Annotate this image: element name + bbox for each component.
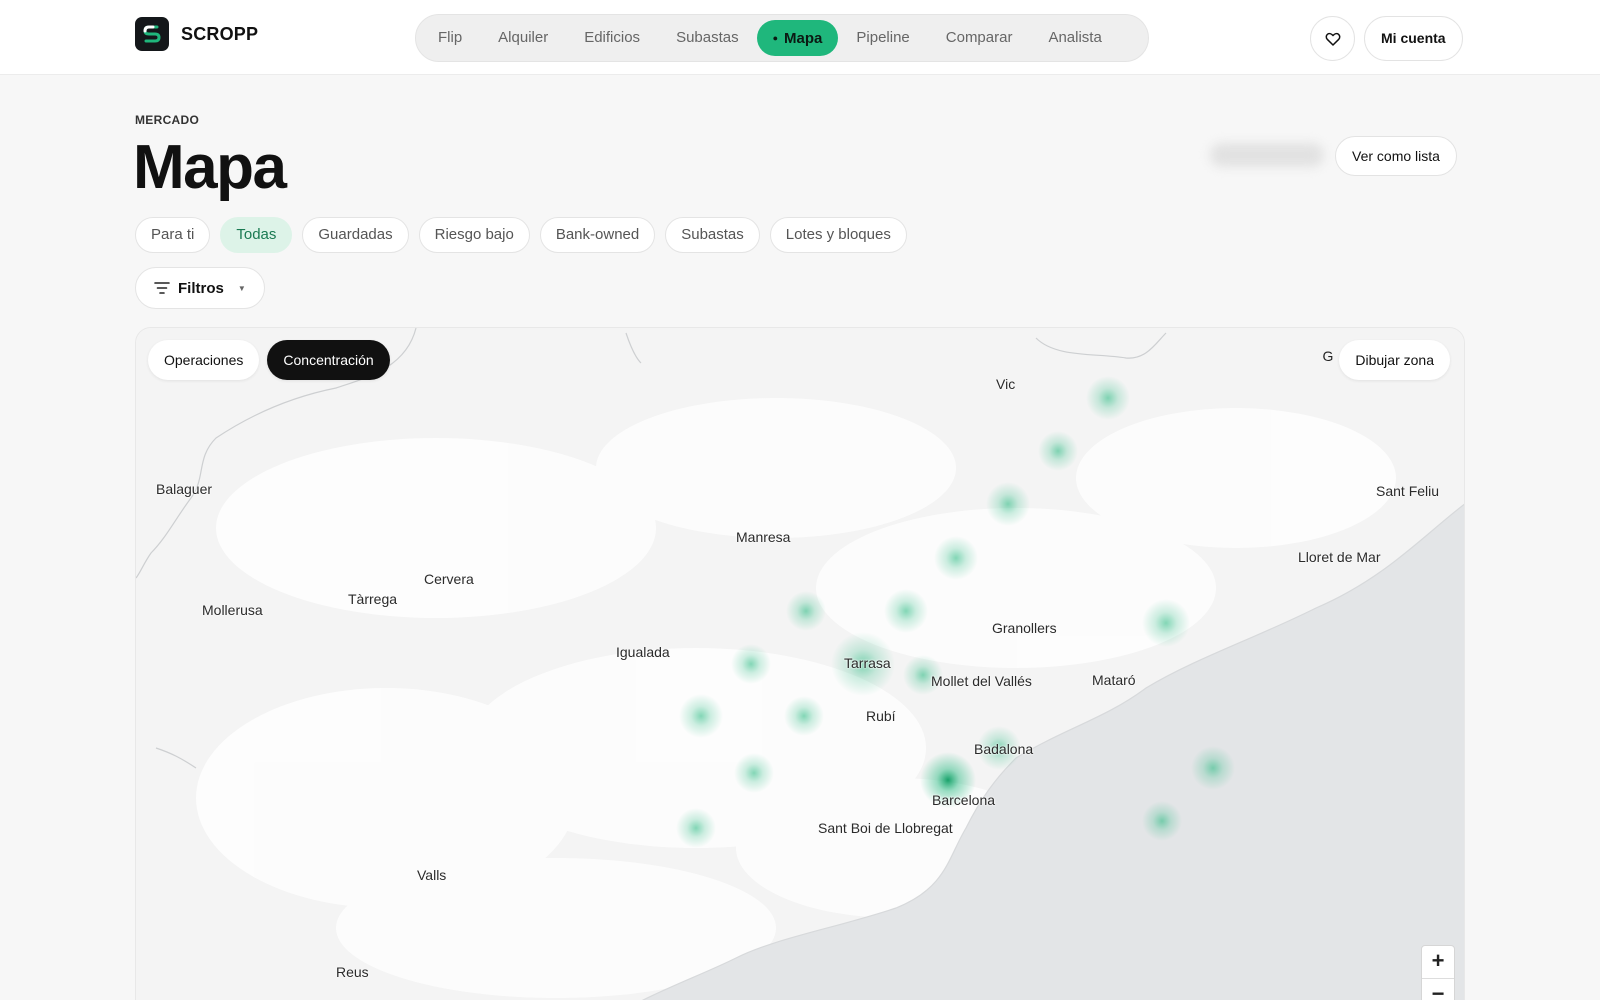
chip-subastas[interactable]: Subastas [665,217,760,253]
city-label-badalona: Badalona [974,741,1034,757]
main-nav: FlipAlquilerEdificiosSubastasMapaPipelin… [415,14,1149,62]
list-view-button[interactable]: Ver como lista [1335,136,1457,176]
map-canvas[interactable] [136,328,1465,1000]
brand-logo[interactable]: SCROPP [135,17,258,51]
nav-item-flip[interactable]: Flip [420,20,480,56]
page-title: Mapa [133,133,287,202]
city-label-tarrasa: Tarrasa [844,655,891,671]
heart-icon [1325,32,1340,46]
city-label-mollerusa: Mollerusa [202,602,263,618]
chip-lotes-y-bloques[interactable]: Lotes y bloques [769,217,907,253]
filter-chips: Para ti Todas Guardadas Riesgo bajo Bank-own… [135,217,907,253]
chip-riesgo-bajo[interactable]: Riesgo bajo [418,217,530,253]
chip-guardadas[interactable]: Guardadas [302,217,409,253]
filters-button[interactable]: Filtros ▼ [135,267,265,309]
nav-item-comparar[interactable]: Comparar [928,20,1031,56]
draw-zone-control: G Dibujar zona [1322,340,1450,380]
map-mode-operaciones[interactable]: Operaciones [148,340,260,380]
city-label-lloret-de-mar: Lloret de Mar [1298,549,1381,565]
chevron-down-icon: ▼ [237,283,246,293]
city-label-reus: Reus [336,964,369,980]
chip-bank-owned[interactable]: Bank-owned [539,217,656,253]
scropp-logo-icon [135,17,169,51]
city-label-igualada: Igualada [616,644,670,660]
map-mode-concentracion[interactable]: Concentración [267,340,390,380]
account-button[interactable]: Mi cuenta [1364,16,1463,61]
draw-hotkey-label: G [1322,348,1334,364]
city-label-rubí: Rubí [866,708,896,724]
section-eyebrow: MERCADO [135,113,200,127]
city-label-barcelona: Barcelona [932,792,996,808]
city-label-vic: Vic [996,376,1016,392]
city-label-tàrrega: Tàrrega [348,591,398,607]
city-label-sant-feliu: Sant Feliu [1376,483,1440,499]
nav-item-pipeline[interactable]: Pipeline [838,20,927,56]
city-label-valls: Valls [417,867,447,883]
nav-item-analista[interactable]: Analista [1030,20,1119,56]
city-label-balaguer: Balaguer [156,481,213,497]
city-label-manresa: Manresa [736,529,791,545]
chip-todas[interactable]: Todas [220,217,293,253]
zoom-in-button[interactable]: + [1422,946,1454,978]
city-label-granollers: Granollers [992,620,1057,636]
favorites-button[interactable] [1310,16,1355,61]
city-label-mataró: Mataró [1092,672,1136,688]
map-view[interactable]: Operaciones Concentración G Dibujar zona … [135,327,1465,1000]
city-label-mollet-del-vallés: Mollet del Vallés [931,673,1032,689]
top-bar: SCROPP FlipAlquilerEdificiosSubastasMapa… [0,0,1600,75]
city-label-sant-boi-de-llobregat: Sant Boi de Llobregat [818,820,953,836]
map-mode-toggle: Operaciones Concentración [148,340,390,380]
nav-item-alquiler[interactable]: Alquiler [480,20,566,56]
filter-lines-icon [154,282,170,294]
zoom-out-button[interactable]: − [1422,978,1454,1000]
nav-item-mapa[interactable]: Mapa [756,20,839,56]
blurred-control [1210,143,1324,167]
brand-name: SCROPP [181,23,259,44]
city-label-cervera: Cervera [424,571,474,587]
chip-para-ti[interactable]: Para ti [135,217,211,253]
zoom-control: + − [1421,945,1455,1000]
nav-item-edificios[interactable]: Edificios [566,20,658,56]
filters-label: Filtros [178,279,224,297]
nav-item-subastas[interactable]: Subastas [658,20,757,56]
draw-zone-button[interactable]: Dibujar zona [1339,340,1450,380]
